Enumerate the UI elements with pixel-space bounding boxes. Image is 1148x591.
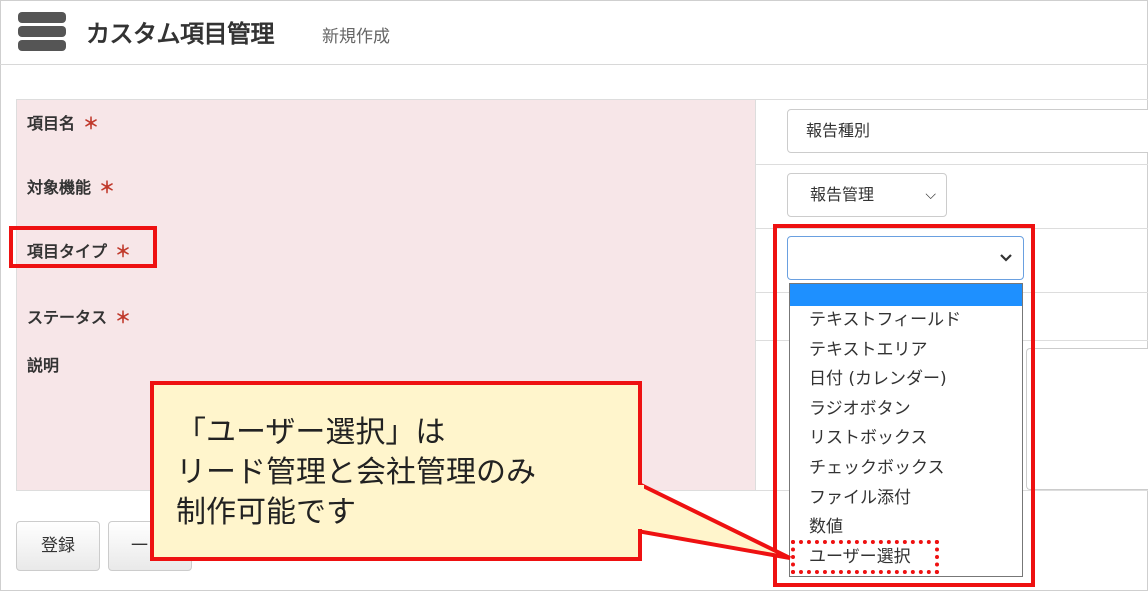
item-type-label-highlight	[9, 226, 157, 268]
page-header: カスタム項目管理 新規作成	[0, 0, 1148, 65]
item-type-select-highlight	[773, 224, 1035, 587]
row-target-function: 対象機能 ＊	[16, 164, 1148, 229]
page-title: カスタム項目管理	[86, 20, 275, 48]
required-mark: ＊	[115, 308, 132, 327]
required-mark: ＊	[83, 114, 100, 133]
chevron-down-icon: ⌵	[925, 187, 936, 203]
status-label: ステータス	[27, 308, 108, 327]
required-mark: ＊	[99, 178, 116, 197]
user-select-option-highlight	[791, 540, 939, 574]
secondary-button-label: 一	[131, 536, 148, 556]
description-textarea[interactable]	[1026, 348, 1148, 490]
target-function-value: 報告管理	[810, 185, 875, 204]
item-name-label: 項目名	[27, 114, 76, 133]
target-function-label: 対象機能	[27, 178, 92, 197]
register-button[interactable]: 登録	[16, 521, 100, 571]
target-function-select[interactable]: 報告管理 ⌵	[787, 173, 947, 217]
callout-text: 「ユーザー選択」は リード管理と会社管理のみ 制作可能です	[176, 415, 536, 530]
description-label: 説明	[27, 356, 60, 375]
page-subtitle: 新規作成	[322, 27, 390, 47]
item-name-input[interactable]: 報告種別	[787, 109, 1148, 153]
annotation-callout: 「ユーザー選択」は リード管理と会社管理のみ 制作可能です	[150, 381, 642, 561]
database-icon	[18, 12, 66, 51]
